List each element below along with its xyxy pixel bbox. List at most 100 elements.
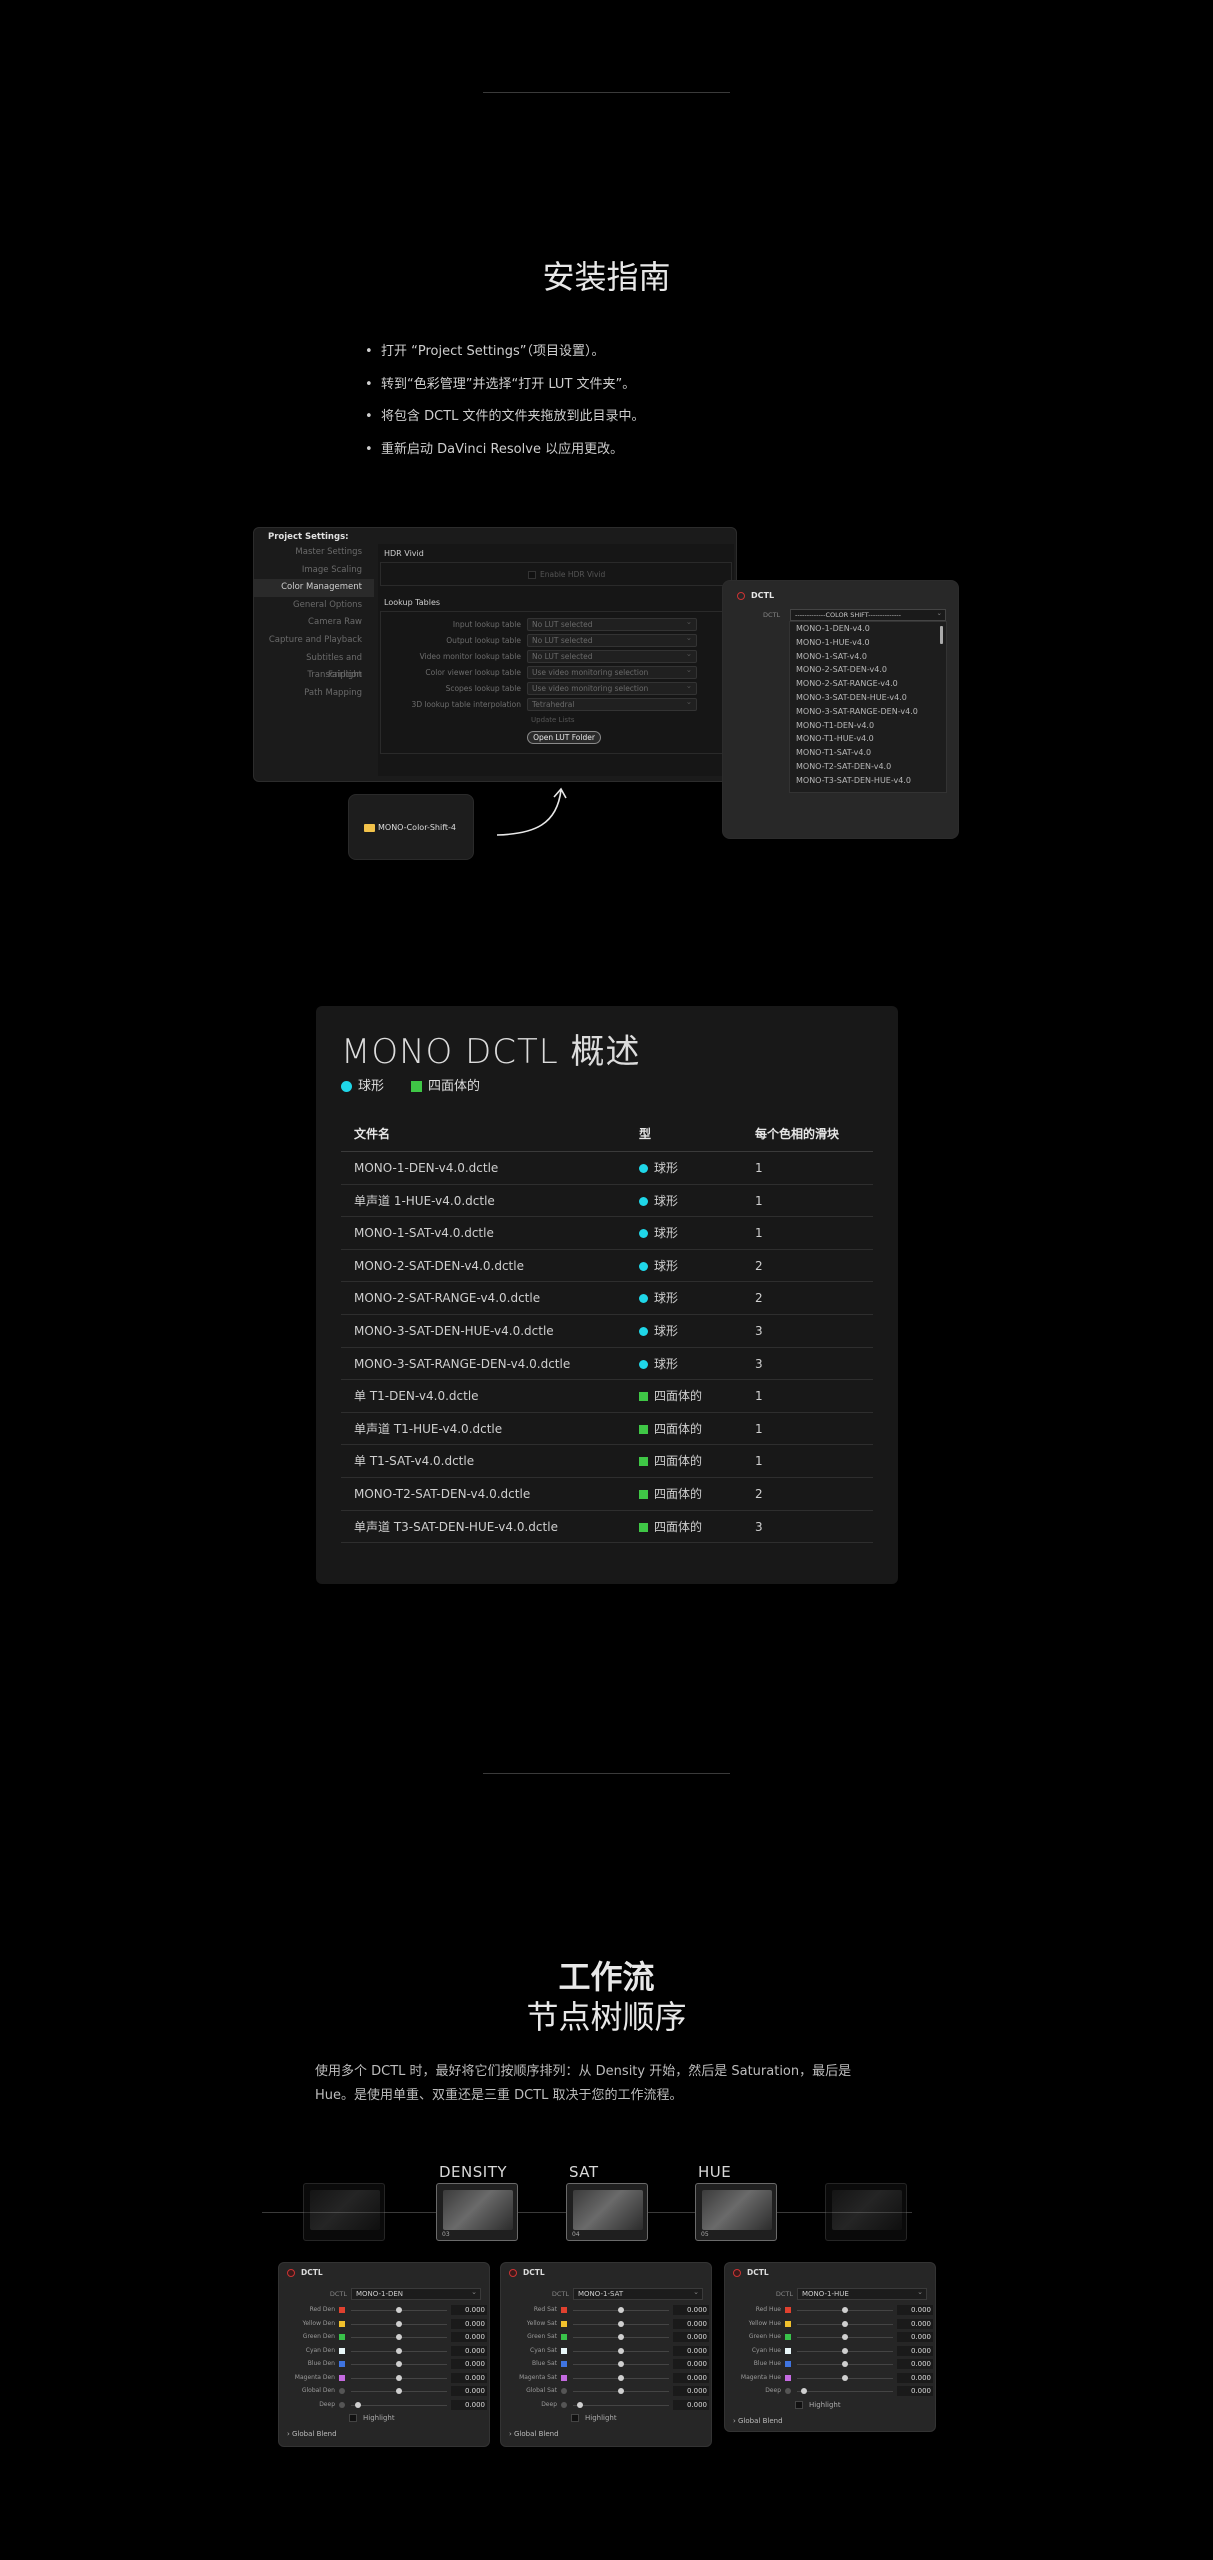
sidebar-item[interactable]: General Options (254, 597, 374, 615)
panel-reset-icon[interactable] (509, 2269, 517, 2277)
slider-value[interactable]: 0.000 (451, 2305, 487, 2315)
slider-knob[interactable] (842, 2374, 848, 2381)
slider-value[interactable]: 0.000 (897, 2359, 933, 2369)
slider-knob[interactable] (842, 2334, 848, 2340)
global-blend-toggle[interactable]: › Global Blend (287, 2430, 337, 2438)
slider-knob[interactable] (396, 2334, 402, 2340)
slider-knob[interactable] (396, 2388, 402, 2394)
lut-row-select[interactable]: No LUT selected (527, 616, 697, 631)
slider-value[interactable]: 0.000 (451, 2372, 487, 2383)
lut-row-select[interactable]: Use video monitoring selection (527, 680, 697, 695)
slider-value[interactable]: 0.000 (673, 2359, 709, 2369)
panel-dctl-select[interactable]: MONO-1-DEN ⌄ (351, 2288, 481, 2300)
sidebar-item[interactable]: Subtitles and Transcription (254, 650, 374, 681)
slider-knob[interactable] (396, 2361, 402, 2367)
slider-knob[interactable] (801, 2388, 807, 2394)
slider-value[interactable]: 0.000 (897, 2372, 933, 2383)
slider-knob[interactable] (618, 2334, 624, 2340)
slider-value[interactable]: 0.000 (673, 2305, 709, 2315)
open-lut-folder-button[interactable]: Open LUT Folder (527, 731, 601, 744)
slider-value[interactable]: 0.000 (451, 2345, 487, 2356)
lut-row-select[interactable]: Tetrahedral (527, 696, 697, 711)
dctl-list-item[interactable]: MONO-1-SAT-v4.0 (790, 650, 946, 664)
global-blend-toggle[interactable]: › Global Blend (509, 2430, 559, 2438)
node-output[interactable] (825, 2183, 907, 2241)
dctl-list-item[interactable]: MONO-1-DEN-v4.0 (790, 622, 946, 636)
slider-value[interactable]: 0.000 (673, 2372, 709, 2383)
slider-knob[interactable] (355, 2401, 361, 2408)
slider-value[interactable]: 0.000 (673, 2332, 709, 2342)
sidebar-item[interactable]: Camera Raw (254, 614, 374, 632)
slider-track[interactable] (351, 2404, 447, 2406)
highlight-checkbox[interactable] (349, 2414, 357, 2422)
slider-knob[interactable] (396, 2307, 402, 2313)
dctl-list[interactable]: MONO-1-DEN-v4.0 MONO-1-HUE-v4.0 MONO-1-SAT… (789, 621, 947, 793)
highlight-checkbox[interactable] (795, 2400, 803, 2409)
slider-value[interactable]: 0.000 (673, 2399, 709, 2410)
highlight-toggle[interactable]: Highlight (795, 2400, 841, 2409)
slider-knob[interactable] (618, 2361, 624, 2367)
dctl-scrollbar[interactable] (940, 626, 943, 644)
slider-value[interactable]: 0.000 (451, 2332, 487, 2342)
slider-knob[interactable] (396, 2320, 402, 2327)
slider-value[interactable]: 0.000 (451, 2359, 487, 2369)
slider-value[interactable]: 0.000 (897, 2305, 933, 2315)
slider-value[interactable]: 0.000 (451, 2386, 487, 2396)
slider-value[interactable]: 0.000 (451, 2318, 487, 2329)
checkbox-box[interactable] (528, 571, 536, 579)
lut-row-select[interactable]: Use video monitoring selection (527, 664, 697, 679)
dctl-list-item[interactable]: MONO-T1-SAT-v4.0 (790, 746, 946, 760)
slider-knob[interactable] (842, 2347, 848, 2354)
slider-knob[interactable] (618, 2388, 624, 2394)
slider-track[interactable] (573, 2404, 669, 2406)
sidebar-item[interactable]: Master Settings (254, 544, 374, 562)
panel-dctl-select[interactable]: MONO-1-HUE ⌄ (797, 2288, 927, 2300)
node-density[interactable]: 03 (436, 2183, 518, 2241)
slider-knob[interactable] (396, 2347, 402, 2354)
slider-knob[interactable] (842, 2320, 848, 2327)
slider-knob[interactable] (396, 2374, 402, 2381)
dctl-select[interactable]: -------------COLOR SHIFT-------------- ⌄ (790, 609, 946, 621)
panel-reset-icon[interactable] (287, 2269, 295, 2277)
slider-value[interactable]: 0.000 (673, 2386, 709, 2396)
slider-track[interactable] (797, 2391, 893, 2392)
slider-knob[interactable] (618, 2320, 624, 2327)
global-blend-toggle[interactable]: › Global Blend (733, 2417, 783, 2425)
sidebar-item[interactable]: Capture and Playback (254, 632, 374, 650)
sidebar-item[interactable]: Color Management (254, 579, 374, 597)
highlight-toggle[interactable]: Highlight (571, 2414, 617, 2422)
slider-value[interactable]: 0.000 (897, 2386, 933, 2396)
update-lists-button[interactable]: Update Lists (531, 716, 574, 724)
dctl-list-item[interactable]: MONO-T2-SAT-DEN-v4.0 (790, 760, 946, 774)
hdr-checkbox[interactable]: Enable HDR Vivid (528, 570, 605, 579)
slider-value[interactable]: 0.000 (451, 2399, 487, 2410)
panel-dctl-select[interactable]: MONO-1-SAT ⌄ (573, 2288, 703, 2300)
slider-value[interactable]: 0.000 (897, 2318, 933, 2329)
sidebar-item[interactable]: Path Mapping (254, 685, 374, 703)
slider-value[interactable]: 0.000 (673, 2345, 709, 2356)
dctl-list-item[interactable]: MONO-3-SAT-RANGE-DEN-v4.0 (790, 705, 946, 719)
slider-knob[interactable] (842, 2307, 848, 2313)
lut-row-select[interactable]: No LUT selected (527, 632, 697, 647)
dctl-list-item[interactable]: MONO-T1-DEN-v4.0 (790, 719, 946, 733)
lut-row-select[interactable]: No LUT selected (527, 648, 697, 663)
slider-knob[interactable] (618, 2307, 624, 2313)
dctl-list-item[interactable]: MONO-2-SAT-DEN-v4.0 (790, 663, 946, 677)
slider-knob[interactable] (577, 2401, 583, 2408)
dctl-list-item[interactable]: MONO-2-SAT-RANGE-v4.0 (790, 677, 946, 691)
highlight-checkbox[interactable] (571, 2414, 579, 2422)
node-sat[interactable]: 04 (566, 2183, 648, 2241)
highlight-toggle[interactable]: Highlight (349, 2414, 395, 2422)
slider-value[interactable]: 0.000 (673, 2318, 709, 2329)
slider-knob[interactable] (618, 2374, 624, 2381)
dctl-list-item[interactable]: MONO-T1-HUE-v4.0 (790, 732, 946, 746)
dctl-list-item[interactable]: MONO-T3-SAT-DEN-HUE-v4.0 (790, 774, 946, 788)
slider-knob[interactable] (842, 2361, 848, 2367)
dctl-list-item[interactable]: MONO-1-HUE-v4.0 (790, 636, 946, 650)
lut-folder-tile[interactable]: MONO-Color-Shift-4 (348, 794, 474, 860)
dctl-list-item[interactable]: MONO-3-SAT-DEN-HUE-v4.0 (790, 691, 946, 705)
node-hue[interactable]: 05 (695, 2183, 777, 2241)
panel-reset-icon[interactable] (733, 2269, 741, 2277)
slider-value[interactable]: 0.000 (897, 2345, 933, 2356)
sidebar-item[interactable]: Image Scaling (254, 562, 374, 580)
